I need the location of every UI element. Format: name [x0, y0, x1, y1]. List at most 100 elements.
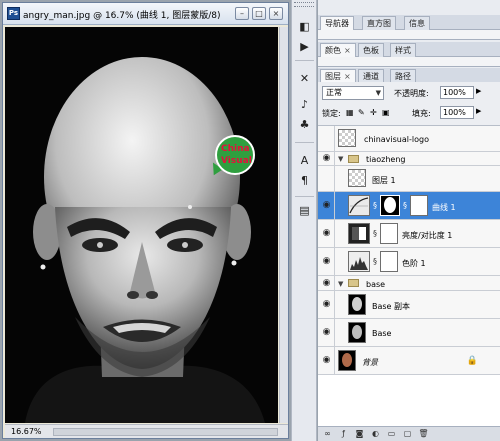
eye-icon[interactable]: ◉	[320, 298, 333, 311]
eye-cell	[318, 166, 335, 191]
histogram-icon[interactable]: ▶	[295, 38, 314, 56]
tab-color[interactable]: 颜色 ×	[320, 43, 356, 57]
tab-label: 通道	[363, 72, 379, 81]
eye-icon[interactable]: ◉	[320, 255, 333, 268]
tab-info[interactable]: 信息	[404, 16, 430, 30]
layer-name: chinavisual-logo	[364, 135, 429, 144]
zoom-readout[interactable]: 16.67%	[11, 427, 42, 436]
document-title-bar[interactable]: Ps angry_man.jpg @ 16.7% (曲线 1, 图层蒙版/8) …	[3, 3, 288, 25]
layer-comps-icon[interactable]: ▤	[295, 202, 314, 220]
minimize-icon[interactable]: –	[235, 7, 249, 20]
vector-mask-thumbnail[interactable]	[410, 195, 428, 216]
tab-navigator[interactable]: 导航器	[320, 16, 354, 30]
link-icon[interactable]: §	[403, 201, 407, 210]
eye-icon[interactable]: ◉	[320, 199, 333, 212]
tab-label: 颜色	[325, 46, 341, 55]
opacity-input[interactable]: 100%	[440, 86, 474, 99]
layer-row[interactable]: chinavisual-logo	[318, 126, 500, 152]
curves-adjustment-icon	[348, 195, 370, 216]
chevron-right-icon[interactable]: ▶	[476, 107, 481, 115]
layer-name: Base 副本	[372, 302, 411, 311]
horizontal-scrollbar[interactable]	[53, 428, 278, 436]
navigator-icon[interactable]: ◧	[295, 18, 314, 36]
layer-name: 亮度/对比度 1	[402, 231, 453, 240]
tab-channels[interactable]: 通道	[358, 69, 384, 83]
blend-mode-value: 正常	[326, 88, 342, 97]
layer-mask-thumbnail[interactable]	[380, 223, 398, 244]
close-icon[interactable]: ×	[344, 46, 351, 55]
layer-row[interactable]: ◉ 背景 🔒	[318, 347, 500, 375]
eye-cell	[318, 126, 335, 151]
clone-source-icon[interactable]: ♣	[295, 116, 314, 134]
close-icon[interactable]: ×	[344, 72, 351, 81]
strip-divider	[295, 60, 314, 61]
strip-divider	[295, 196, 314, 197]
photoshop-icon: Ps	[7, 7, 20, 20]
brush-settings-icon[interactable]: ✕	[295, 70, 314, 88]
lock-all-icon[interactable]: ▣	[382, 108, 390, 117]
image-canvas[interactable]: China Visual	[5, 27, 278, 423]
layer-row[interactable]: ◉ § 亮度/对比度 1	[318, 220, 500, 248]
blend-mode-select[interactable]: 正常 ▼	[322, 86, 384, 100]
color-tab-row: 颜色 × 色板 样式	[318, 42, 500, 57]
tab-swatches[interactable]: 色板	[358, 43, 384, 57]
eye-icon[interactable]: ◉	[320, 277, 333, 290]
new-group-icon[interactable]: ▭	[386, 429, 397, 439]
tab-label: 样式	[395, 46, 411, 55]
layer-row[interactable]: 图层 1	[318, 166, 500, 192]
link-icon[interactable]: §	[373, 229, 377, 238]
vertical-scrollbar[interactable]	[279, 27, 288, 423]
eye-icon[interactable]: ◉	[320, 227, 333, 240]
layer-name: 曲线 1	[432, 203, 456, 212]
layer-style-icon[interactable]: ƒ	[338, 429, 349, 439]
add-mask-icon[interactable]: ◙	[354, 429, 365, 439]
layer-name: 图层 1	[372, 176, 396, 185]
lock-position-icon[interactable]: ✛	[370, 108, 377, 117]
expand-triangle-icon[interactable]: ▼	[338, 280, 343, 288]
navigator-panel-body	[318, 30, 500, 40]
trash-icon[interactable]: 🗑	[418, 429, 429, 439]
navigator-tab-row: 导航器 直方图 信息	[318, 15, 500, 30]
layer-mask-thumbnail[interactable]	[380, 251, 398, 272]
layer-name: 背景	[362, 358, 378, 367]
layer-group-row[interactable]: ◉ ▼ base	[318, 276, 500, 291]
lock-transparent-icon[interactable]: ▦	[346, 108, 354, 117]
link-icon[interactable]: §	[373, 201, 377, 210]
tab-histogram[interactable]: 直方图	[362, 16, 396, 30]
tab-paths[interactable]: 路径	[390, 69, 416, 83]
new-layer-icon[interactable]: ▢	[402, 429, 413, 439]
tool-presets-icon[interactable]: ♪	[295, 96, 314, 114]
layer-row-selected[interactable]: ◉ § § 曲线 1	[318, 192, 500, 220]
layer-thumbnail	[338, 129, 356, 147]
layer-group-row[interactable]: ◉ ▼ tiaozheng	[318, 152, 500, 166]
strip-grip[interactable]	[294, 2, 314, 7]
eye-icon[interactable]: ◉	[320, 152, 333, 165]
close-icon[interactable]: ×	[269, 7, 283, 20]
chevron-right-icon[interactable]: ▶	[476, 87, 481, 95]
folder-icon	[348, 279, 359, 287]
lock-pixels-icon[interactable]: ✎	[358, 108, 365, 117]
levels-adjustment-icon	[348, 251, 370, 272]
link-icon[interactable]: §	[373, 257, 377, 266]
character-icon[interactable]: A	[295, 152, 314, 170]
paragraph-icon[interactable]: ¶	[295, 172, 314, 190]
panel-dock: 导航器 直方图 信息 颜色 × 色板 样式 图层 × 通道 路径 正常 ▼ 不透明度…	[318, 0, 500, 441]
maximize-icon[interactable]: □	[252, 7, 266, 20]
eye-icon[interactable]: ◉	[320, 326, 333, 339]
tab-layers[interactable]: 图层 ×	[320, 69, 356, 83]
expand-triangle-icon[interactable]: ▼	[338, 155, 343, 163]
tab-label: 图层	[325, 72, 341, 81]
tab-label: 路径	[395, 72, 411, 81]
layer-row[interactable]: ◉ § 色阶 1	[318, 248, 500, 276]
layer-thumbnail	[338, 350, 356, 371]
tab-styles[interactable]: 样式	[390, 43, 416, 57]
layer-name: base	[366, 280, 386, 289]
eye-icon[interactable]: ◉	[320, 354, 333, 367]
layer-row[interactable]: ◉ Base	[318, 319, 500, 347]
layer-name: 色阶 1	[402, 259, 426, 268]
layer-row[interactable]: ◉ Base 副本	[318, 291, 500, 319]
layer-mask-thumbnail[interactable]	[380, 195, 400, 216]
link-layers-icon[interactable]: ∞	[322, 429, 333, 439]
fill-input[interactable]: 100%	[440, 106, 474, 119]
adjustment-layer-icon[interactable]: ◐	[370, 429, 381, 439]
